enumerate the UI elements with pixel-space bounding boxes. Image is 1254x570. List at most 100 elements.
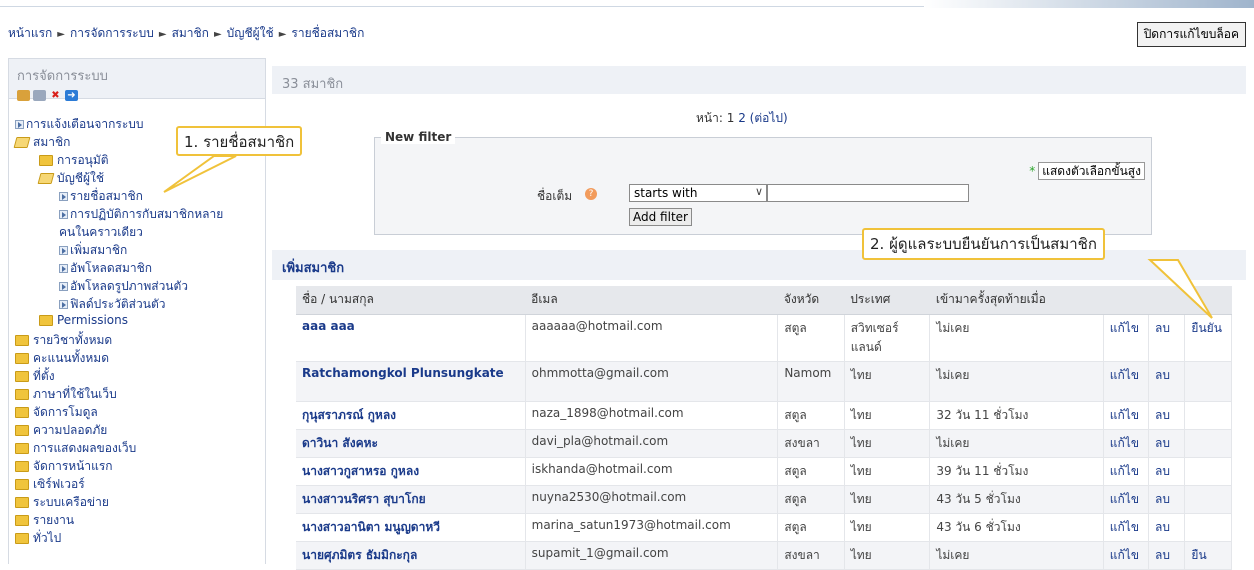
user-province: สตูล bbox=[777, 401, 845, 430]
delete-link[interactable]: ลบ bbox=[1148, 457, 1186, 486]
tree-item-upload-pictures[interactable]: อัพโหลดรูปภาพส่วนตัว bbox=[59, 277, 188, 296]
confirm-link[interactable]: ยืนยัน bbox=[1184, 314, 1232, 362]
tree-item-modules[interactable]: จัดการโมดูล bbox=[15, 403, 98, 422]
pager-page-2[interactable]: 2 bbox=[738, 111, 746, 125]
table-row: Ratchamongkol Plunsungkate ohmmotta@gmai… bbox=[296, 361, 1232, 402]
add-filter-button[interactable]: Add filter bbox=[629, 208, 692, 226]
breadcrumb-users[interactable]: สมาชิก bbox=[172, 26, 209, 40]
edit-link[interactable]: แก้ไข bbox=[1103, 513, 1150, 542]
roles-icon[interactable] bbox=[17, 90, 30, 101]
col-name[interactable]: ชื่อ / นามสกุล bbox=[296, 286, 526, 315]
edit-link[interactable]: แก้ไข bbox=[1103, 401, 1150, 430]
hide-eye-icon[interactable] bbox=[33, 90, 46, 101]
tree-item-upload-users[interactable]: อัพโหลดสมาชิก bbox=[59, 259, 152, 278]
tree-item-label: จัดการโมดูล bbox=[33, 405, 98, 419]
breadcrumb-admin[interactable]: การจัดการระบบ bbox=[70, 26, 154, 40]
tree-item-approval[interactable]: การอนุมัติ bbox=[39, 151, 109, 170]
col-email[interactable]: อีเมล bbox=[525, 286, 778, 315]
help-icon[interactable]: ? bbox=[585, 188, 597, 200]
delete-link[interactable]: ลบ bbox=[1148, 513, 1186, 542]
show-advanced-link[interactable]: * แสดงตัวเลือกขั้นสูง bbox=[1029, 162, 1145, 181]
confirm-link[interactable] bbox=[1184, 485, 1232, 514]
folder-icon bbox=[15, 389, 29, 400]
show-advanced-label: แสดงตัวเลือกขั้นสูง bbox=[1038, 162, 1145, 180]
tree-item-bulk-actions-cont[interactable]: คนในคราวเดียว bbox=[59, 223, 143, 242]
user-name-link[interactable]: Ratchamongkol Plunsungkate bbox=[296, 361, 526, 402]
tree-item-appearance[interactable]: การแสดงผลของเว็บ bbox=[15, 439, 136, 458]
tree-item-misc[interactable]: ทั่วไป bbox=[15, 529, 61, 548]
bullet-arrow-icon bbox=[59, 210, 68, 219]
filter-value-input[interactable] bbox=[767, 184, 969, 202]
edit-link[interactable]: แก้ไข bbox=[1103, 429, 1150, 458]
user-country: ไทย bbox=[844, 429, 931, 458]
user-province: สตูล bbox=[777, 485, 845, 514]
confirm-link[interactable] bbox=[1184, 361, 1232, 402]
tree-item-network[interactable]: ระบบเครือข่าย bbox=[15, 493, 109, 512]
bullet-arrow-icon bbox=[59, 282, 68, 291]
delete-link[interactable]: ลบ bbox=[1148, 361, 1186, 402]
pager-next[interactable]: (ต่อไป) bbox=[750, 111, 788, 125]
bullet-arrow-icon bbox=[15, 120, 24, 129]
edit-link[interactable]: แก้ไข bbox=[1103, 541, 1150, 570]
user-name-link[interactable]: นางสาวนริศรา สุบาโกย bbox=[296, 485, 526, 514]
user-email: supamit_1@gmail.com bbox=[525, 541, 779, 570]
delete-link[interactable]: ลบ bbox=[1148, 541, 1186, 570]
delete-link[interactable]: ลบ bbox=[1148, 485, 1186, 514]
tree-item-grades[interactable]: คะแนนทั้งหมด bbox=[15, 349, 109, 368]
tree-item-label: ที่ตั้ง bbox=[33, 369, 55, 383]
folder-icon bbox=[15, 497, 29, 508]
user-province: สตูล bbox=[777, 314, 845, 362]
folder-icon bbox=[15, 407, 29, 418]
tree-item-courses[interactable]: รายวิชาทั้งหมด bbox=[15, 331, 112, 350]
user-name-link[interactable]: นางสาวอานิตา มนูญดาหวี bbox=[296, 513, 526, 542]
confirm-link[interactable] bbox=[1184, 429, 1232, 458]
breadcrumb-home[interactable]: หน้าแรก bbox=[8, 26, 52, 40]
tree-item-language[interactable]: ภาษาที่ใช้ในเว็บ bbox=[15, 385, 117, 404]
breadcrumb-accounts[interactable]: บัญชีผู้ใช้ bbox=[227, 26, 274, 40]
table-row: นางสาวนริศรา สุบาโกย nuyna2530@hotmail.c… bbox=[296, 485, 1232, 514]
tree-item-notifications[interactable]: การแจ้งเตือนจากระบบ bbox=[15, 115, 144, 134]
tree-item-bulk-actions[interactable]: การปฏิบัติการกับสมาชิกหลาย bbox=[59, 205, 223, 224]
tree-item-add-user[interactable]: เพิ่มสมาชิก bbox=[59, 241, 127, 260]
confirm-link[interactable] bbox=[1184, 457, 1232, 486]
tree-item-permissions[interactable]: Permissions bbox=[39, 313, 128, 327]
tree-item-browse-users[interactable]: รายชื่อสมาชิก bbox=[59, 187, 143, 206]
delete-link[interactable]: ลบ bbox=[1148, 401, 1186, 430]
sidebar-block-controls: ✖ ➜ bbox=[17, 90, 257, 101]
move-arrow-icon[interactable]: ➜ bbox=[65, 90, 78, 101]
tree-item-reports[interactable]: รายงาน bbox=[15, 511, 74, 530]
delete-x-icon[interactable]: ✖ bbox=[49, 90, 62, 101]
operator-select[interactable]: starts with ∨ bbox=[629, 184, 767, 202]
filter-legend: New filter bbox=[381, 130, 456, 144]
tree-item-frontpage[interactable]: จัดการหน้าแรก bbox=[15, 457, 113, 476]
edit-link[interactable]: แก้ไข bbox=[1103, 457, 1150, 486]
user-name-link[interactable]: aaa aaa bbox=[296, 314, 526, 362]
user-name-link[interactable]: ดาวินา สังคหะ bbox=[296, 429, 526, 458]
confirm-link[interactable] bbox=[1184, 401, 1232, 430]
delete-link[interactable]: ลบ bbox=[1148, 314, 1186, 362]
user-country: ไทย bbox=[844, 513, 931, 542]
tree-item-profile-fields[interactable]: ฟิลด์ประวัติส่วนตัว bbox=[59, 295, 165, 314]
col-last-access[interactable]: เข้ามาครั้งสุดท้ายเมื่อ bbox=[929, 286, 1104, 315]
col-delete bbox=[1148, 286, 1185, 315]
confirm-link[interactable]: ยืน bbox=[1184, 541, 1232, 570]
tree-item-accounts[interactable]: บัญชีผู้ใช้ bbox=[37, 169, 104, 188]
folder-icon bbox=[39, 155, 53, 166]
delete-link[interactable]: ลบ bbox=[1148, 429, 1186, 458]
confirm-link[interactable] bbox=[1184, 513, 1232, 542]
user-name-link[interactable]: กุนุสราภรณ์ กูหลง bbox=[296, 401, 526, 430]
col-country[interactable]: ประเทศ bbox=[844, 286, 930, 315]
bullet-arrow-icon bbox=[59, 300, 68, 309]
folder-icon bbox=[15, 371, 29, 382]
col-province[interactable]: จังหวัด bbox=[777, 286, 845, 315]
tree-item-security[interactable]: ความปลอดภัย bbox=[15, 421, 107, 440]
tree-item-location[interactable]: ที่ตั้ง bbox=[15, 367, 55, 386]
user-name-link[interactable]: นายศุภมิตร ธัมมิกะกุล bbox=[296, 541, 526, 570]
edit-link[interactable]: แก้ไข bbox=[1103, 485, 1150, 514]
edit-link[interactable]: แก้ไข bbox=[1103, 361, 1150, 402]
tree-item-users[interactable]: สมาชิก bbox=[13, 133, 70, 152]
user-name-link[interactable]: นางสาวกูสาหรอ กูหลง bbox=[296, 457, 526, 486]
blocks-editing-off-button[interactable]: ปิดการแก้ไขบล็อค bbox=[1136, 22, 1246, 47]
tree-item-server[interactable]: เซิร์ฟเวอร์ bbox=[15, 475, 85, 494]
edit-link[interactable]: แก้ไข bbox=[1103, 314, 1150, 362]
